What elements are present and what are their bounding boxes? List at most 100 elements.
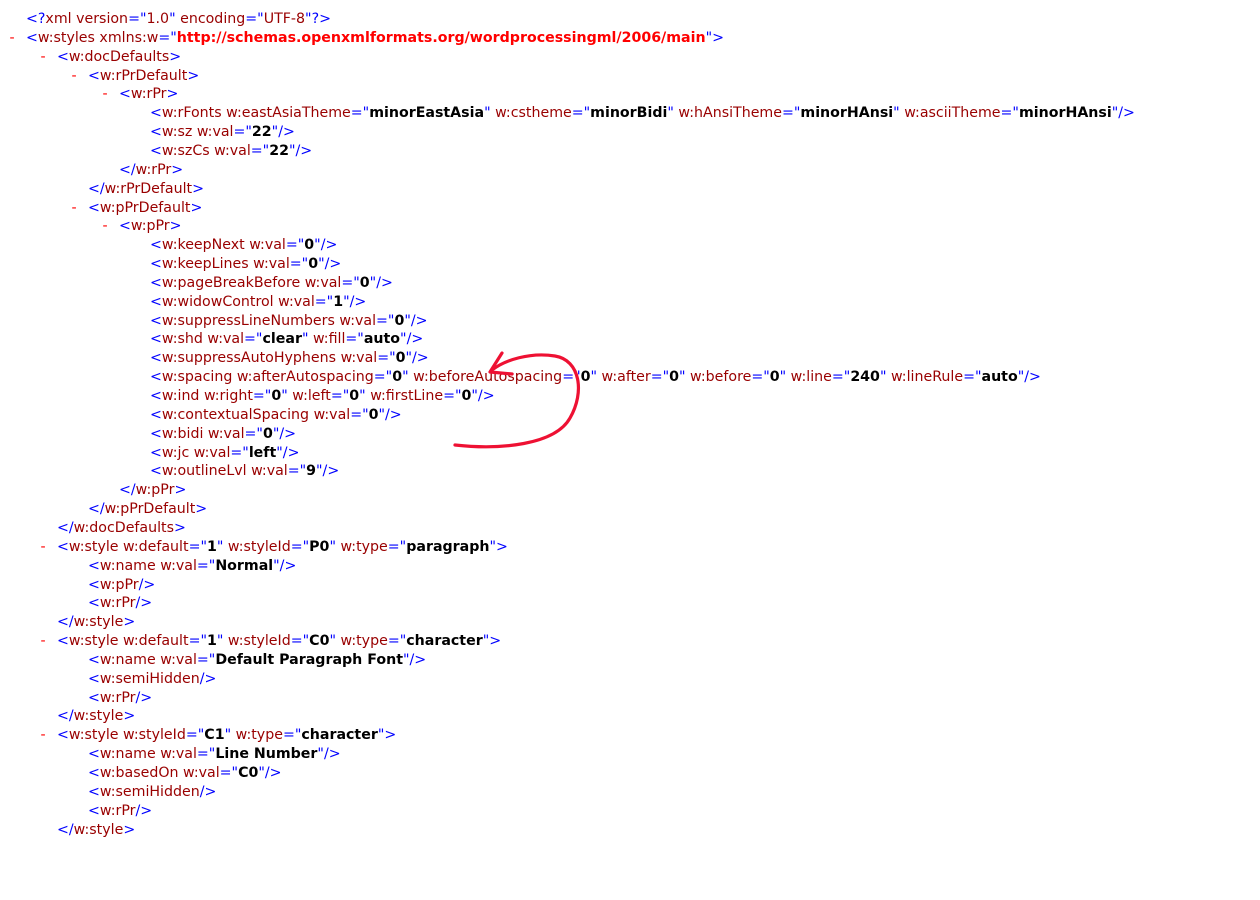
xml-token: =" [185, 727, 205, 744]
xml-tag: </w:style> [57, 707, 135, 726]
xml-token: 0 [395, 350, 406, 367]
xml-token: =" [250, 142, 270, 159]
xml-token: </ [57, 708, 74, 725]
xml-token: "/> [314, 237, 338, 254]
xml-token: < [150, 142, 162, 159]
xml-token: w:val [251, 463, 288, 480]
xml-token: minorHAnsi [800, 105, 894, 122]
xml-token: " [402, 369, 414, 386]
xml-token: < [150, 256, 162, 273]
xml-token: w:beforeAutospacing [413, 369, 563, 386]
xml-token: Default Paragraph Font [215, 651, 403, 668]
xml-token: =" [188, 633, 207, 650]
xml-token: "> [489, 538, 508, 555]
xml-token: > [123, 614, 136, 631]
xml-token: =" [387, 538, 407, 555]
xml-token: w:pPrDefault [99, 199, 191, 216]
xml-tag: <w:semiHidden/> [88, 783, 216, 802]
xml-token: =" [289, 256, 309, 273]
xml-token: w:fill [312, 331, 346, 348]
xml-token: " [224, 727, 236, 744]
xml-token: "/> [273, 557, 297, 574]
xml-token: > [123, 708, 136, 725]
xml-token: =" [373, 369, 393, 386]
xml-token: w:styleId [123, 727, 186, 744]
xml-token: w:styleId [227, 538, 291, 555]
collapse-toggle[interactable]: - [68, 67, 80, 86]
xml-tag: <w:keepNext w:val="0"/> [150, 236, 337, 255]
xml-token: "/> [400, 331, 424, 348]
xml-token: w:val [340, 350, 378, 367]
xml-token: w:outlineLvl [161, 463, 252, 480]
xml-tag: <w:bidi w:val="0"/> [150, 425, 296, 444]
collapse-toggle[interactable]: - [37, 48, 49, 67]
collapse-toggle[interactable]: - [68, 199, 80, 218]
collapse-toggle[interactable]: - [37, 538, 49, 557]
xml-token: minorBidi [590, 105, 668, 122]
xml-token: < [88, 765, 100, 781]
xml-token: < [88, 595, 100, 612]
xml-token: Normal [215, 557, 274, 574]
xml-token: =" [290, 633, 310, 650]
xml-token: " [216, 538, 228, 555]
xml-token: w:styleId [227, 633, 291, 650]
xml-token: 240 [850, 369, 880, 386]
xml-token: =" [341, 274, 360, 291]
xml-token: xml version [45, 11, 129, 27]
collapse-toggle[interactable]: - [6, 29, 18, 48]
xml-tag: </w:pPr> [119, 481, 186, 500]
collapse-toggle[interactable]: - [99, 85, 111, 104]
xml-token: > [169, 218, 182, 235]
xml-token: w:val [207, 425, 245, 442]
collapse-toggle[interactable]: - [99, 217, 111, 236]
xml-tag: <w:pPrDefault> [88, 199, 202, 218]
xml-token: "/> [343, 293, 367, 310]
xml-token: </ [57, 821, 74, 838]
xml-token: " [329, 633, 341, 650]
xml-token: C0 [309, 633, 330, 650]
xml-token: < [150, 237, 162, 254]
xml-token: w:right [203, 388, 253, 404]
xml-tag: <w:name w:val="Line Number"/> [88, 745, 341, 764]
xml-token: 0 [304, 237, 315, 254]
xml-token: w:style [73, 614, 124, 631]
xml-token: w:jc [161, 444, 194, 461]
xml-token: "/> [1111, 105, 1135, 122]
xml-token: minorEastAsia [369, 105, 485, 122]
xml-token: =" [562, 369, 581, 386]
xml-tag: <w:style w:default="1" w:styleId="P0" w:… [57, 538, 508, 557]
xml-token: "/> [369, 274, 393, 291]
xml-token: w:val [193, 444, 231, 461]
xml-token: 22 [251, 124, 272, 141]
xml-token: < [88, 199, 100, 216]
collapse-toggle[interactable]: - [37, 726, 49, 745]
xml-token: =" [285, 237, 305, 254]
xml-token: w:rPr [99, 595, 136, 612]
xml-token: =" [781, 105, 801, 122]
collapse-toggle[interactable]: - [37, 632, 49, 651]
xml-token: </ [57, 614, 74, 631]
xml-token: w:basedOn [99, 765, 183, 781]
xml-token: =" [1000, 105, 1019, 122]
xml-tag: </w:style> [57, 613, 135, 632]
xml-tag: <w:semiHidden/> [88, 670, 216, 689]
xml-token: w:val [339, 312, 377, 329]
xml-token: 0 [262, 425, 273, 442]
xml-token: w:val [214, 142, 251, 159]
xml-token: w:line [790, 369, 832, 386]
xml-token: < [150, 425, 162, 442]
xml-token: < [150, 444, 162, 461]
xml-token: 0 [271, 388, 282, 404]
xml-token: 0 [368, 406, 379, 423]
xml-tag: </w:style> [57, 821, 135, 840]
xml-token: w:docDefaults [73, 519, 174, 536]
xml-tag: <w:pPr> [119, 217, 182, 236]
xml-token: " [329, 538, 341, 555]
xml-tag: </w:rPr> [119, 161, 183, 180]
xml-token: w:cstheme [495, 105, 572, 122]
xml-token: character [301, 727, 378, 744]
xml-token: =" [244, 425, 263, 442]
xml-tag: <w:suppressAutoHyphens w:val="0"/> [150, 349, 429, 368]
xml-token: w:styles [37, 29, 100, 46]
xml-token: w:name [99, 651, 161, 668]
